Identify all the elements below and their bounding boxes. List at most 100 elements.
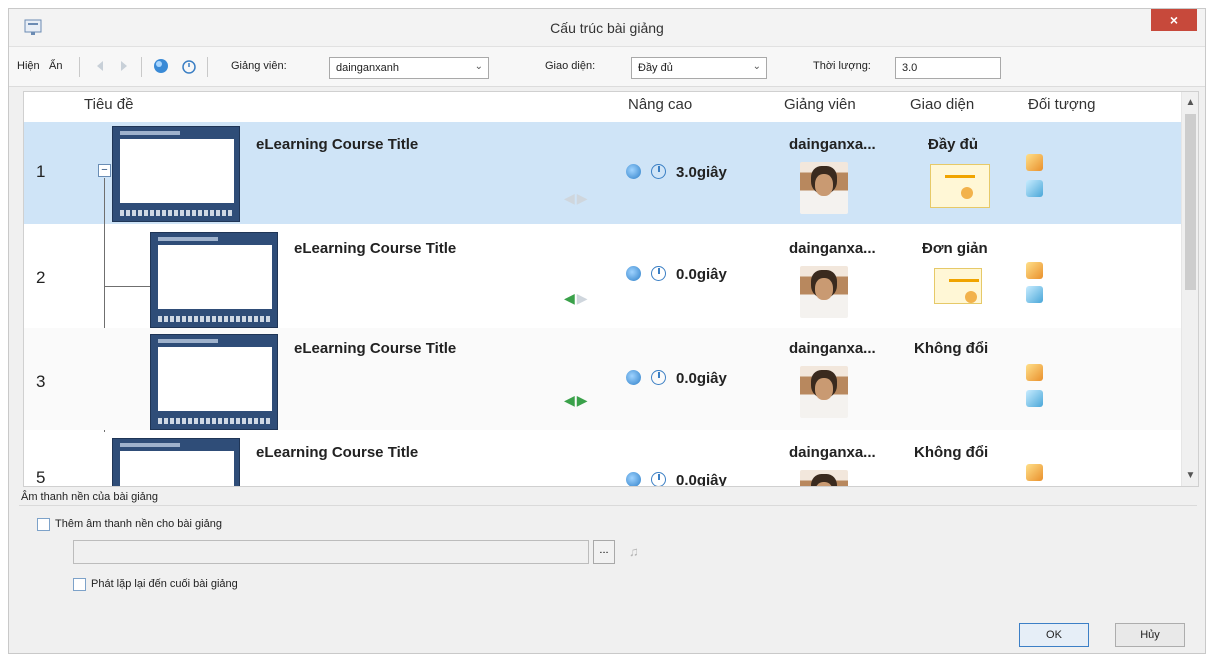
layout-value: Đầy đủ <box>638 62 673 74</box>
loop-label: Phát lặp lại đến cuối bài giảng <box>91 578 238 590</box>
row-number: 5 <box>36 468 46 487</box>
row-number: 1 <box>36 162 46 181</box>
toolbar-separator <box>79 57 80 77</box>
toolbar-separator <box>207 57 208 77</box>
advanced-settings[interactable]: 0.0giây <box>626 266 727 283</box>
table-row[interactable]: 2 eLearning Course Title ◀▶ 0.0giây dain… <box>24 226 1182 328</box>
loop-checkbox[interactable] <box>73 578 86 591</box>
timer-icon <box>651 266 666 281</box>
row-number: 3 <box>36 372 46 391</box>
slide-thumbnail <box>150 232 278 328</box>
table-row[interactable]: 3 eLearning Course Title ◀▶ 0.0giây dain… <box>24 328 1182 430</box>
row-number: 2 <box>36 268 46 287</box>
avatar <box>800 366 848 418</box>
toolbar-separator <box>141 57 142 77</box>
scroll-thumb[interactable] <box>1185 114 1196 290</box>
slide-duration: 0.0giây <box>676 472 727 487</box>
layout-name: Đơn giản <box>922 240 988 257</box>
instructor-name: dainganxa... <box>789 444 876 461</box>
slide-thumbnail <box>112 438 240 486</box>
layout-name: Đầy đủ <box>928 136 979 153</box>
instructor-name: dainganxa... <box>789 340 876 357</box>
hide-button[interactable]: Ẩn <box>49 60 62 72</box>
object-icon[interactable] <box>1026 154 1043 171</box>
scroll-up-icon[interactable]: ▲ <box>1182 94 1198 111</box>
object-icon[interactable] <box>1026 262 1043 279</box>
layout-name: Không đổi <box>914 444 989 461</box>
transition-arrows[interactable]: ◀▶ <box>564 290 590 307</box>
chevron-down-icon: ⌄ <box>752 61 761 72</box>
column-header-layout: Giao diện <box>910 96 975 113</box>
duration-label: Thời lượng: <box>813 60 871 72</box>
speaker-icon[interactable]: ♫ <box>629 544 639 559</box>
layout-select[interactable]: Đầy đủ ⌄ <box>631 57 767 79</box>
transition-arrows[interactable]: ◀▶ <box>564 392 590 409</box>
object-icon[interactable] <box>1026 180 1043 197</box>
show-button[interactable]: Hiện <box>17 60 40 72</box>
vertical-scrollbar[interactable]: ▲ ▼ <box>1181 92 1198 486</box>
slide-duration: 0.0giây <box>676 370 727 387</box>
duration-input[interactable]: 3.0 <box>895 57 1001 79</box>
slide-title: eLearning Course Title <box>256 136 419 153</box>
slide-title: eLearning Course Title <box>256 444 419 461</box>
instructor-label: Giảng viên: <box>231 60 287 72</box>
timer-icon <box>651 164 666 179</box>
object-icon[interactable] <box>1026 464 1043 481</box>
slide-duration: 3.0giây <box>676 164 727 181</box>
cancel-button[interactable]: Hủy <box>1115 623 1185 647</box>
globe-icon <box>626 266 641 281</box>
instructor-name: dainganxa... <box>789 240 876 257</box>
instructor-select[interactable]: dainganxanh ⌄ <box>329 57 489 79</box>
timer-icon <box>651 370 666 385</box>
collapse-icon[interactable]: − <box>98 164 111 177</box>
globe-icon[interactable] <box>153 58 169 74</box>
avatar <box>800 162 848 214</box>
globe-icon <box>626 164 641 179</box>
duration-value: 3.0 <box>902 62 918 74</box>
arrow-right-icon[interactable] <box>115 58 131 74</box>
background-audio-panel: Thêm âm thanh nền cho bài giảng ... ♫ Ph… <box>19 505 1197 599</box>
advanced-settings[interactable]: 0.0giây <box>626 370 727 387</box>
browse-button[interactable]: ... <box>593 540 615 564</box>
window-title: Cấu trúc bài giảng <box>550 20 664 36</box>
background-audio-section-label: Âm thanh nền của bài giảng <box>21 491 158 503</box>
advanced-settings[interactable]: 0.0giây <box>626 472 727 487</box>
object-icon[interactable] <box>1026 390 1043 407</box>
layout-label: Giao diện: <box>545 60 596 72</box>
close-button[interactable]: × <box>1151 9 1197 31</box>
globe-icon <box>626 472 641 486</box>
timer-icon <box>651 472 666 486</box>
layout-name: Không đổi <box>914 340 989 357</box>
ok-button[interactable]: OK <box>1019 623 1089 647</box>
course-structure-dialog: Cấu trúc bài giảng × Hiện Ẩn Giảng viên:… <box>8 8 1206 654</box>
chevron-down-icon: ⌄ <box>474 61 483 72</box>
column-header-advanced: Nâng cao <box>628 96 693 113</box>
avatar <box>800 470 848 486</box>
column-header-instructor: Giảng viên <box>784 96 856 113</box>
transition-arrows[interactable]: ◀▶ <box>564 190 590 207</box>
add-audio-label: Thêm âm thanh nền cho bài giảng <box>55 518 222 530</box>
audio-file-field[interactable] <box>73 540 589 564</box>
slide-list: Tiêu đề Nâng cao Giảng viên Giao diện Đố… <box>23 91 1199 487</box>
object-icon[interactable] <box>1026 364 1043 381</box>
add-audio-checkbox[interactable] <box>37 518 50 531</box>
column-header-objects: Đối tượng <box>1028 96 1096 113</box>
column-header-title: Tiêu đề <box>84 96 134 113</box>
table-row[interactable]: 5 eLearning Course Title 0.0giây daingan… <box>24 432 1182 487</box>
slide-thumbnail <box>112 126 240 222</box>
advanced-settings[interactable]: 3.0giây <box>626 164 727 181</box>
scroll-down-icon[interactable]: ▼ <box>1182 467 1198 484</box>
object-icon[interactable] <box>1026 286 1043 303</box>
globe-icon <box>626 370 641 385</box>
slide-duration: 0.0giây <box>676 266 727 283</box>
title-bar: Cấu trúc bài giảng × <box>9 9 1205 47</box>
slide-thumbnail <box>150 334 278 430</box>
slide-title: eLearning Course Title <box>294 340 457 357</box>
toolbar: Hiện Ẩn Giảng viên: dainganxanh ⌄ Giao d… <box>9 47 1205 87</box>
layout-thumbnail <box>930 164 990 208</box>
arrow-left-icon[interactable] <box>93 58 109 74</box>
avatar <box>800 266 848 318</box>
table-row[interactable]: 1 − eLearning Course Title ◀▶ 3.0giây da… <box>24 122 1182 224</box>
timer-icon[interactable] <box>181 58 197 74</box>
instructor-value: dainganxanh <box>336 62 400 74</box>
